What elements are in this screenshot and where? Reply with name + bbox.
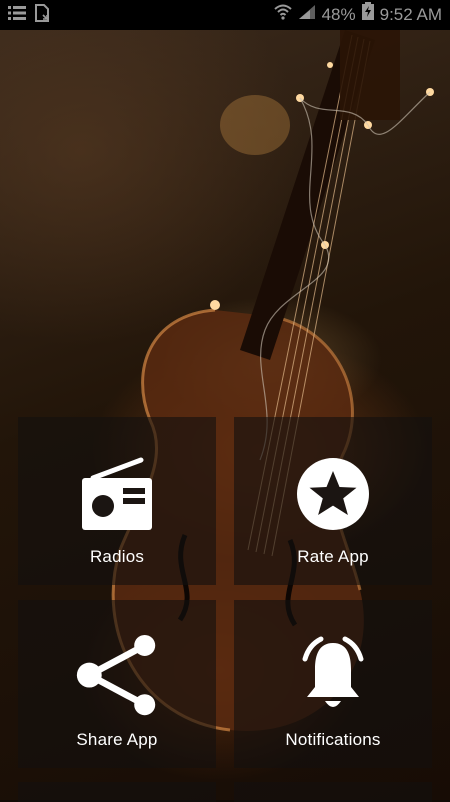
signal-icon (298, 0, 316, 30)
radios-label: Radios (89, 547, 145, 566)
rate-app-tile[interactable]: Rate App (234, 417, 432, 585)
share-app-label: Share App (76, 730, 158, 749)
radio-icon (74, 451, 160, 537)
wifi-icon (273, 0, 292, 30)
sim-card-icon (34, 3, 50, 27)
notifications-tile[interactable]: Notifications (234, 600, 432, 768)
battery-text: 48% (321, 5, 356, 24)
rate-app-label: Rate App (297, 547, 369, 566)
star-icon (290, 451, 376, 537)
share-icon (74, 634, 160, 720)
tile-next-row-right (234, 782, 432, 802)
status-bar-right: 48% 9:52 AM (273, 0, 442, 30)
status-bar-left (8, 3, 50, 27)
share-app-tile[interactable]: Share App (18, 600, 216, 768)
battery-charging-icon (361, 0, 374, 30)
clock-text: 9:52 AM (379, 5, 442, 24)
notifications-label: Notifications (285, 730, 381, 749)
tile-next-row-left (18, 782, 216, 802)
status-bar: 48% 9:52 AM (0, 0, 450, 30)
menu-list-icon (8, 5, 26, 26)
radios-tile[interactable]: Radios (18, 417, 216, 585)
bell-icon (290, 634, 376, 720)
